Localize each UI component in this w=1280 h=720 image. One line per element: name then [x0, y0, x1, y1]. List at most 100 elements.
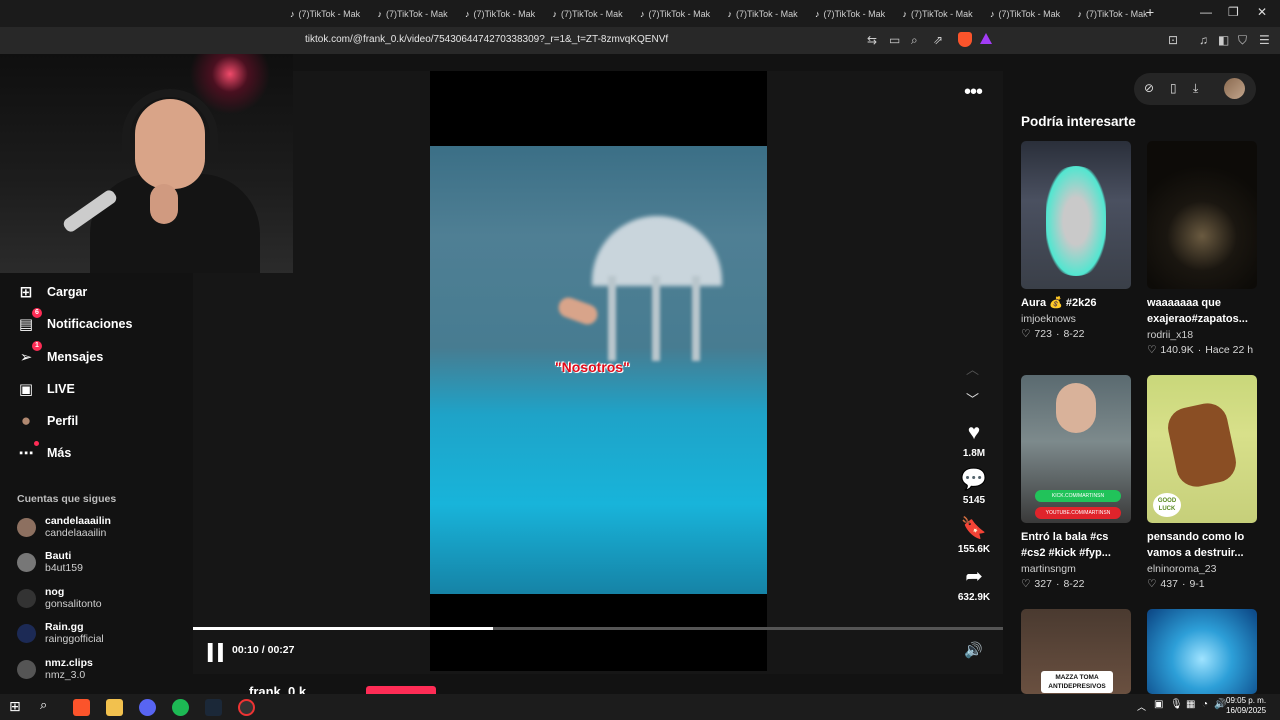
diver-figure	[555, 294, 601, 328]
account-name: nog	[45, 585, 65, 598]
tray-volume-icon[interactable]: 🔊	[1214, 699, 1226, 710]
browser-tab[interactable]: ♪ (7)TikTok - Mak	[728, 4, 814, 24]
browser-tab[interactable]: ♪ (7)TikTok - Mak	[290, 4, 376, 24]
account-handle: gonsalitonto	[45, 597, 102, 610]
card-date: 8-22	[1063, 578, 1085, 590]
share-button[interactable]: ➦ 632.9K	[950, 564, 998, 603]
pause-icon[interactable]: ▍▍	[208, 643, 231, 663]
sidebar-item-label: Más	[47, 446, 72, 460]
account-handle: nmz_3.0	[45, 668, 86, 681]
recommendation-card[interactable]	[1147, 609, 1257, 694]
card-likes: 437	[1160, 578, 1178, 590]
tray-app-icon[interactable]: ▣	[1154, 699, 1163, 710]
sidebar-item-más[interactable]: ⋯ Más	[17, 441, 72, 463]
new-tab-button[interactable]: +	[1146, 4, 1154, 20]
file-explorer-icon[interactable]	[106, 699, 123, 716]
sidebar-item-live[interactable]: ▣ LIVE	[17, 379, 75, 399]
tiktok-icon: ♪	[990, 9, 995, 19]
tray-clock[interactable]: 09:05 p. m. 16/09/2025	[1226, 696, 1266, 716]
rewards-icon[interactable]	[980, 33, 992, 44]
share-count: 632.9K	[957, 592, 991, 603]
tray-chevron-icon[interactable]: ︿	[1137, 700, 1146, 713]
previous-video-icon[interactable]: ︿	[966, 359, 979, 378]
browser-tab[interactable]: ♪ (7)TikTok - Mak	[640, 4, 726, 24]
url-field[interactable]: tiktok.com/@frank_0.k/video/754306447427…	[305, 34, 668, 45]
more-options-icon[interactable]: •••	[964, 81, 983, 104]
restore-icon[interactable]: ❐	[1228, 5, 1239, 19]
pillar	[608, 276, 616, 361]
following-account[interactable]: Rain.gg rainggofficial	[17, 620, 187, 648]
share-icon[interactable]: ⇗	[933, 33, 943, 47]
tray-network-icon[interactable]: ▦	[1186, 699, 1195, 710]
zoom-icon[interactable]: ⌕	[911, 33, 918, 48]
recommendation-card[interactable]: MAZZA TOMA ANTIDEPRESIVOS	[1021, 609, 1131, 694]
close-window-icon[interactable]: ✕	[1257, 5, 1267, 19]
minimize-icon[interactable]: —	[1200, 5, 1212, 19]
account-name: nmz.clips	[45, 656, 93, 669]
recommendation-card[interactable]: waaaaaaa que exajerao#zapatos... rodrii_…	[1147, 141, 1257, 357]
tray-mic-icon[interactable]: 🎙	[1170, 699, 1183, 710]
menu-icon[interactable]: ☰	[1259, 33, 1270, 47]
like-button[interactable]: ♥ 1.8M	[950, 420, 998, 459]
browser-tab[interactable]: ♪ (7)TikTok - Mak	[990, 4, 1076, 24]
follow-button[interactable]	[366, 686, 436, 694]
card-user: martinsngm	[1021, 563, 1076, 575]
spotify-icon[interactable]	[172, 699, 189, 716]
download-icon[interactable]: ⤓	[1193, 81, 1198, 96]
following-account[interactable]: candelaaailin candelaaailin	[17, 513, 187, 541]
comment-icon: 💬	[960, 468, 988, 491]
screenshot-icon[interactable]: ⊡	[1168, 33, 1178, 47]
brave-shield-icon[interactable]	[958, 32, 972, 47]
discover-icon[interactable]: ⊘	[1144, 81, 1154, 95]
tiktok-page: 👤Siguiendo👥Friends⊞Cargar▤6Notificacione…	[0, 54, 1280, 699]
youtube-banner: YOUTUBE.COM/MARTINSN	[1035, 507, 1121, 519]
user-avatar[interactable]	[1224, 78, 1245, 99]
discord-icon[interactable]	[139, 699, 156, 716]
windows-start-icon[interactable]: ⊞	[9, 698, 21, 715]
tiktok-icon: ♪	[1077, 9, 1083, 19]
recommendation-card[interactable]: KICK.COM/MARTINSN YOUTUBE.COM/MARTINSN E…	[1021, 375, 1131, 591]
card-likes: 327	[1034, 578, 1052, 590]
kick-banner: KICK.COM/MARTINSN	[1035, 490, 1121, 502]
sidebar-item-cargar[interactable]: ⊞ Cargar	[17, 282, 88, 302]
search-icon[interactable]: ⌕	[40, 697, 47, 713]
profile-icon: ●	[20, 411, 32, 430]
card-figure	[1046, 166, 1106, 276]
avatar	[17, 659, 36, 679]
following-account[interactable]: Bauti b4ut159	[17, 549, 187, 577]
following-account[interactable]: nog gonsalitonto	[17, 584, 187, 612]
comment-button[interactable]: 💬 5145	[950, 467, 998, 506]
next-video-icon[interactable]: ﹀	[966, 389, 979, 408]
music-icon[interactable]: ♫	[1199, 33, 1208, 47]
sidebar-item-mensajes[interactable]: ➢ 1 Mensajes	[17, 341, 103, 367]
save-button[interactable]: 🔖 155.6K	[950, 516, 998, 555]
browser-tab[interactable]: ♪ (7)TikTok - Mak	[378, 4, 464, 24]
card-title: Entró la bala #cs #cs2 #kick #fyp...	[1021, 531, 1111, 559]
volume-icon[interactable]: 🔊	[964, 641, 983, 659]
sidebar-item-perfil[interactable]: ● Perfil	[17, 411, 78, 431]
cast-icon[interactable]: ▭	[889, 33, 900, 47]
brave-taskbar-icon[interactable]	[73, 699, 90, 716]
browser-tab[interactable]: ♪ (7)TikTok - Mak	[815, 4, 901, 24]
translate-icon[interactable]: ⇆	[867, 33, 877, 47]
browser-tab[interactable]: ♪ (7)TikTok - Mak	[903, 4, 989, 24]
browser-tab[interactable]: ♪ (7)TikTok - Mak	[553, 4, 639, 24]
notification-badge: 6	[32, 308, 42, 318]
obs-icon[interactable]	[238, 699, 255, 716]
account-handle: b4ut159	[45, 562, 83, 574]
tray-wifi-icon[interactable]: ◔	[1202, 699, 1208, 710]
sidebar-item-notificaciones[interactable]: ▤ 6 Notificaciones	[17, 308, 132, 334]
mobile-icon[interactable]: ▯	[1170, 81, 1177, 95]
account-name: Bauti	[45, 550, 72, 562]
following-account[interactable]: nmz.clips nmz_3.0	[17, 655, 187, 683]
recommendations-title: Podría interesarte	[1021, 114, 1136, 129]
tab-label: (7)TikTok - Mak	[1086, 9, 1148, 19]
heart-outline-icon: ♡	[1021, 578, 1031, 590]
browser-tab[interactable]: ♪ (7)TikTok - Mak	[465, 4, 551, 24]
recommendation-card[interactable]: GOOD LUCK pensando como lo vamos a destr…	[1147, 375, 1257, 591]
card-likes: 723	[1034, 328, 1052, 340]
steam-icon[interactable]	[205, 699, 222, 716]
recommendation-card[interactable]: Aura 💰 #2k26 imjoeknows ♡ 723 · 8-22	[1021, 141, 1131, 341]
vpn-icon[interactable]: ⛉	[1238, 33, 1247, 48]
sidebar-icon[interactable]: ◧	[1218, 33, 1229, 47]
